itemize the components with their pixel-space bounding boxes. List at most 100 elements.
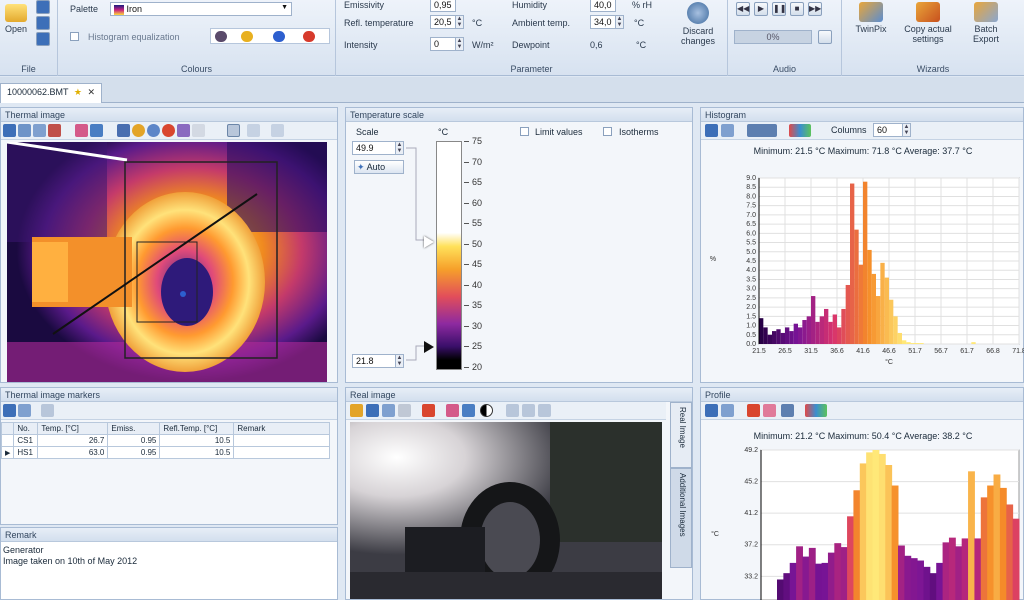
person-icon-blue[interactable] <box>273 31 285 42</box>
profile-chart[interactable]: 49.2 45.2 41.2 37.2 33.2 °C <box>701 444 1024 600</box>
profile-value-bar[interactable] <box>974 538 982 600</box>
tab-real-image[interactable]: Real Image <box>670 402 692 468</box>
histogram-bar[interactable] <box>819 316 824 344</box>
save-icon[interactable] <box>3 404 16 417</box>
profile-value-bar[interactable] <box>885 465 893 600</box>
profile-value-bar[interactable] <box>783 573 791 600</box>
copy-icon[interactable] <box>382 404 395 417</box>
histogram-bar[interactable] <box>971 342 976 344</box>
profile-value-bar[interactable] <box>878 453 886 600</box>
profile-value-bar[interactable] <box>917 560 924 600</box>
histogram-bar[interactable] <box>806 316 811 344</box>
grid-icon[interactable] <box>227 124 240 137</box>
scale-min-input[interactable]: 21.8 <box>352 354 396 368</box>
profile-value-bar[interactable] <box>802 556 810 600</box>
profile-value-bar[interactable] <box>948 537 956 600</box>
rewind-icon[interactable]: ◀◀ <box>736 2 750 16</box>
line-tool-icon[interactable] <box>90 124 103 137</box>
profile-value-bar[interactable] <box>796 546 803 600</box>
discard-changes-button[interactable]: Discard changes <box>674 2 722 46</box>
remark-text[interactable]: Generator Image taken on 10th of May 201… <box>3 545 137 567</box>
histogram-bar[interactable] <box>871 273 876 344</box>
copy-settings-button[interactable]: Copy actual settings <box>896 2 960 44</box>
palette-select[interactable]: Iron ▼ <box>110 2 292 16</box>
refl-temp-spinner[interactable]: ▲ ▼ <box>456 15 464 29</box>
histogram-bar[interactable] <box>915 343 920 344</box>
profile-value-bar[interactable] <box>853 490 861 600</box>
column-header[interactable]: Emiss. <box>107 422 161 435</box>
histogram-bar[interactable] <box>876 296 881 344</box>
histogram-bar[interactable] <box>867 249 872 344</box>
palette-icon[interactable] <box>805 404 827 417</box>
ambient-temp-input[interactable]: 34,0 <box>590 15 616 29</box>
marker-icon[interactable] <box>162 124 175 137</box>
scale-max-handle[interactable] <box>424 236 434 248</box>
profile-value-bar[interactable] <box>898 545 905 600</box>
humidity-input[interactable]: 40,0 <box>590 0 616 12</box>
fit-icon[interactable] <box>538 404 551 417</box>
table-icon[interactable] <box>41 404 54 417</box>
batch-export-button[interactable]: Batch Export <box>964 2 1008 44</box>
save-icon[interactable] <box>705 124 718 137</box>
delete-icon[interactable] <box>422 404 435 417</box>
histogram-bar[interactable] <box>776 329 781 344</box>
histogram-bar[interactable] <box>811 296 816 344</box>
stop-icon[interactable]: ■ <box>790 2 804 16</box>
profile-value-bar[interactable] <box>980 497 988 600</box>
person-icon-red[interactable] <box>303 31 315 42</box>
cursor-icon[interactable] <box>117 124 130 137</box>
area-tool-icon[interactable] <box>177 124 190 137</box>
histogram-bar[interactable] <box>802 320 807 344</box>
profile-value-bar[interactable] <box>815 563 823 600</box>
profile-value-bar[interactable] <box>840 547 848 600</box>
histogram-bar[interactable] <box>884 277 889 344</box>
column-header[interactable]: Temp. [°C] <box>37 422 109 435</box>
zoom-icon[interactable] <box>247 124 260 137</box>
person-icon-dark[interactable] <box>215 31 227 42</box>
measure-tool-icon[interactable] <box>75 124 88 137</box>
histogram-bar[interactable] <box>902 340 907 344</box>
copy-icon[interactable] <box>721 124 734 137</box>
histogram-bar[interactable] <box>815 321 820 344</box>
save-as-icon[interactable] <box>36 16 50 30</box>
contrast-icon[interactable] <box>480 404 493 417</box>
refl-temp-input[interactable]: 20,5 <box>430 15 456 29</box>
profile-line-icon[interactable] <box>763 404 776 417</box>
histogram-bar[interactable] <box>763 327 768 344</box>
cold-spot-icon[interactable] <box>147 124 160 137</box>
ambient-temp-spinner[interactable]: ▲ ▼ <box>616 15 624 29</box>
profile-value-bar[interactable] <box>961 538 969 600</box>
person-icon-yellow[interactable] <box>241 31 253 42</box>
histogram-bar[interactable] <box>863 181 868 344</box>
column-header[interactable]: Refl.Temp. [°C] <box>159 422 235 435</box>
document-tab[interactable]: 10000062.BMT ★ ✕ <box>0 83 103 103</box>
profile-value-bar[interactable] <box>999 487 1007 600</box>
close-icon[interactable]: ✕ <box>88 87 96 97</box>
save-icon[interactable] <box>366 404 379 417</box>
histogram-chart[interactable]: 0.0 0.5 1.0 1.5 2.0 2.5 3.0 3.5 4.0 4.5 5.0 5.5 6.0 6… <box>701 158 1024 382</box>
histogram-bar[interactable] <box>880 262 885 344</box>
column-header[interactable]: Remark <box>233 422 331 435</box>
copy-icon[interactable] <box>18 124 31 137</box>
histogram-bar[interactable] <box>919 343 924 344</box>
profile-value-bar[interactable] <box>789 562 797 600</box>
isotherms-checkbox[interactable] <box>603 127 612 136</box>
profile-value-bar[interactable] <box>955 546 963 600</box>
palette-icon[interactable] <box>789 124 811 137</box>
row-selector[interactable] <box>0 434 15 447</box>
audio-save-icon[interactable] <box>818 30 832 44</box>
histogram-bar[interactable] <box>759 318 764 344</box>
profile-value-bar[interactable] <box>987 485 995 600</box>
export-icon[interactable] <box>33 124 46 137</box>
profile-value-bar[interactable] <box>1012 518 1020 600</box>
histogram-bar[interactable] <box>893 316 898 344</box>
histogram-bar[interactable] <box>845 284 850 344</box>
histogram-bar[interactable] <box>841 308 846 344</box>
zoom-in-icon[interactable] <box>506 404 519 417</box>
scale-min-handle[interactable] <box>424 341 434 353</box>
histogram-bar[interactable] <box>780 332 785 344</box>
play-icon[interactable]: ▶ <box>754 2 768 16</box>
chart-type-icon[interactable] <box>781 404 794 417</box>
real-image-photo[interactable] <box>350 422 662 599</box>
intensity-spinner[interactable]: ▲ ▼ <box>456 37 464 51</box>
